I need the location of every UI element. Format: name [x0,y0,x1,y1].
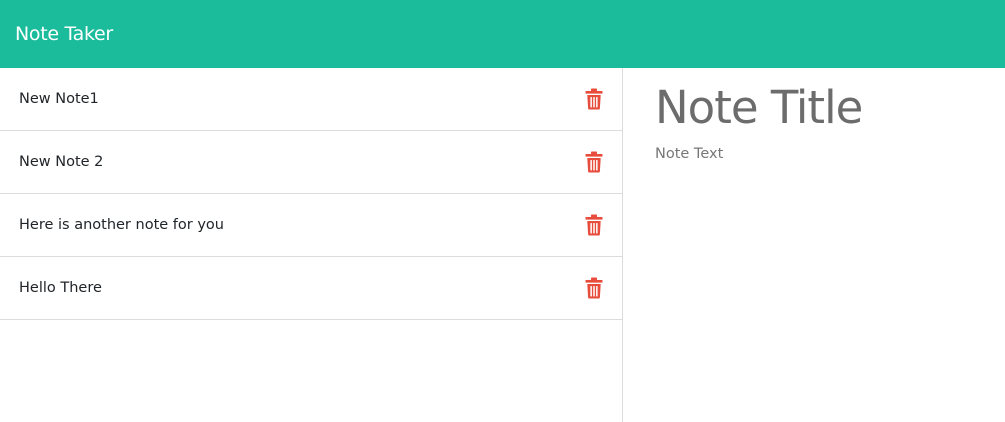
trash-icon[interactable] [585,277,603,299]
list-item[interactable]: Hello There [0,257,622,320]
trash-icon[interactable] [585,88,603,110]
note-title-input[interactable] [655,80,995,134]
note-list: New Note1 New Note 2 Here is another not… [0,68,622,320]
list-item[interactable]: Here is another note for you [0,194,622,257]
list-item[interactable]: New Note 2 [0,131,622,194]
note-text-area[interactable] [655,146,995,386]
navbar: Note Taker [0,0,1005,68]
note-editor [623,68,1005,422]
note-list-title: Hello There [19,280,102,296]
brand-title[interactable]: Note Taker [15,23,113,45]
note-list-title: New Note1 [19,91,99,107]
note-list-panel: New Note1 New Note 2 Here is another not… [0,68,622,422]
trash-icon[interactable] [585,151,603,173]
note-list-title: New Note 2 [19,154,104,170]
note-list-title: Here is another note for you [19,217,224,233]
trash-icon[interactable] [585,214,603,236]
list-item[interactable]: New Note1 [0,68,622,131]
